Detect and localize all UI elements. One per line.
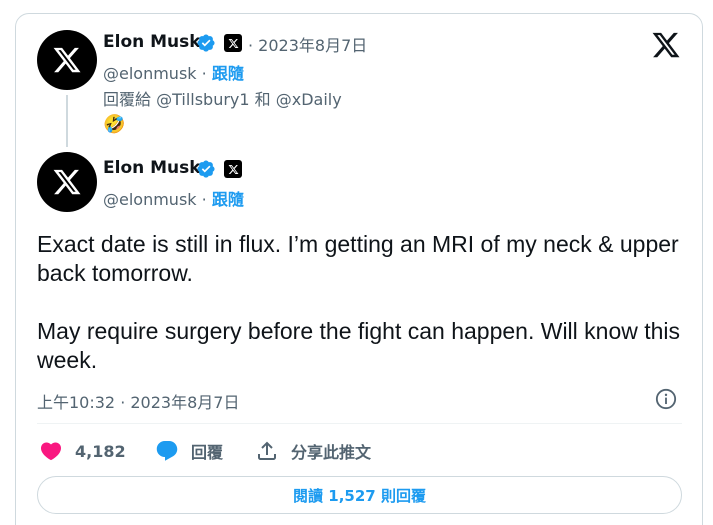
x-affiliation-badge	[224, 34, 242, 52]
verified-badge-icon	[197, 34, 215, 52]
follow-link[interactable]: 跟隨	[212, 190, 244, 209]
verified-badge-icon	[197, 160, 215, 178]
tweet-date[interactable]: · 2023年8月7日	[248, 32, 367, 56]
tweet-timestamp[interactable]: 上午10:32 · 2023年8月7日	[37, 389, 239, 413]
read-replies-button[interactable]: 閱讀 1,527 則回覆	[37, 476, 682, 514]
share-icon	[258, 441, 276, 460]
reply-button[interactable]: 回覆	[155, 437, 223, 465]
reply-bubble-icon	[156, 441, 178, 461]
like-count: 4,182	[75, 441, 126, 461]
thread-line	[66, 95, 68, 147]
avatar[interactable]	[37, 152, 97, 212]
share-button[interactable]: 分享此推文	[255, 437, 371, 465]
handle-text[interactable]: @elonmusk	[103, 190, 197, 209]
tweet-paragraph: Exact date is still in flux. I’m getting…	[37, 231, 679, 286]
author-name[interactable]: Elon Musk	[103, 32, 201, 52]
reply-label: 回覆	[191, 443, 224, 462]
x-logo-icon	[228, 38, 238, 48]
emoji-text: 🤣	[103, 114, 126, 135]
share-label: 分享此推文	[291, 443, 372, 462]
x-logo-icon	[228, 164, 238, 174]
separator: ·	[201, 64, 207, 83]
x-logo-icon	[53, 169, 81, 195]
author-handle: @elonmusk · 跟隨	[103, 60, 244, 84]
avatar[interactable]	[37, 30, 97, 90]
follow-link[interactable]: 跟隨	[212, 64, 244, 83]
tweet-paragraph: May require surgery before the fight can…	[37, 318, 681, 373]
heart-icon	[40, 442, 62, 461]
separator: ·	[201, 190, 207, 209]
x-affiliation-badge	[224, 160, 242, 178]
handle-text[interactable]: @elonmusk	[103, 64, 197, 83]
author-name[interactable]: Elon Musk	[103, 158, 201, 178]
info-icon[interactable]	[655, 388, 677, 410]
tweet-text: Exact date is still in flux. I’m getting…	[37, 230, 687, 375]
like-button[interactable]: 4,182	[39, 437, 126, 465]
replying-to: 回覆給 @Tillsbury1 和 @xDaily	[103, 90, 342, 109]
x-logo-icon[interactable]	[651, 30, 681, 60]
x-logo-icon	[53, 47, 81, 73]
author-handle: @elonmusk · 跟隨	[103, 186, 244, 210]
divider	[37, 423, 682, 424]
